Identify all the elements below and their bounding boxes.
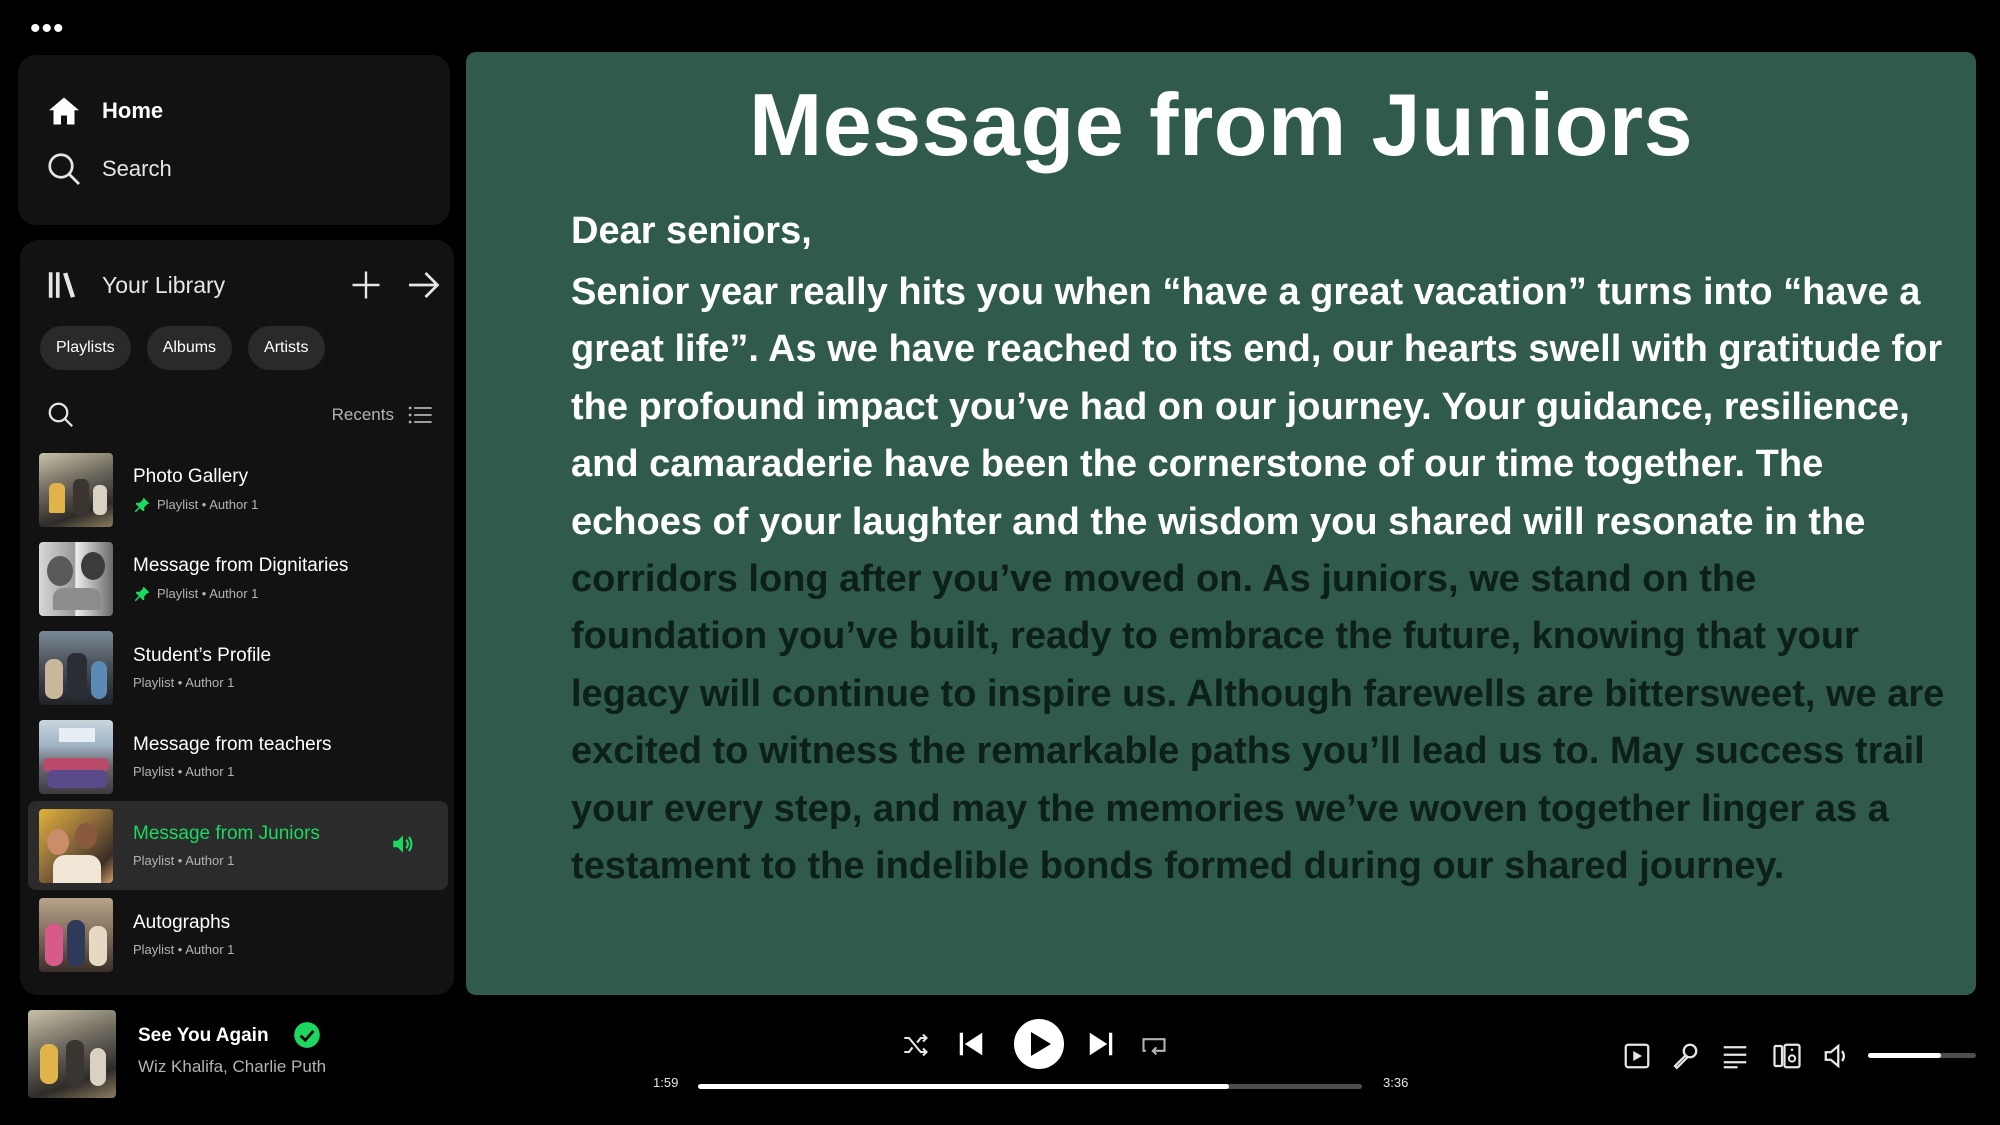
- library-list: Photo Gallery Playlist • Author 1 Messag…: [28, 445, 448, 979]
- pin-icon: [134, 497, 150, 512]
- saved-check-icon[interactable]: [293, 1021, 321, 1049]
- play-icon: [1031, 1032, 1051, 1056]
- volume-fill: [1868, 1053, 1942, 1058]
- queue-icon[interactable]: [1720, 1041, 1750, 1071]
- library-item-subtitle: Playlist • Author 1: [133, 675, 235, 690]
- sort-label: Recents: [331, 405, 394, 424]
- playlist-cover-image: [39, 452, 113, 527]
- nav-home-label: Home: [102, 98, 164, 123]
- library-item-title: Message from teachers: [133, 734, 332, 755]
- library-item-photo-gallery[interactable]: Photo Gallery Playlist • Author 1: [28, 445, 448, 534]
- library-item-subtitle: Playlist • Author 1: [157, 497, 259, 512]
- playlist-cover-image: [39, 808, 113, 883]
- nav-panel: Home Search: [18, 55, 450, 225]
- playlist-cover-image: [39, 541, 113, 616]
- player-bar: See You Again Wiz Khalifa, Charlie Puth …: [0, 995, 2000, 1125]
- track-duration: 3:36: [1383, 1075, 1409, 1090]
- library-tools: Recents: [46, 395, 434, 435]
- library-item-subtitle: Playlist • Author 1: [133, 942, 235, 957]
- next-track-icon[interactable]: [1086, 1029, 1116, 1059]
- elapsed-time: 1:59: [653, 1075, 679, 1090]
- library-item-subtitle: Playlist • Author 1: [133, 853, 235, 868]
- nav-home[interactable]: Home: [46, 93, 163, 129]
- letter-greeting: Dear seniors,: [571, 210, 812, 252]
- library-item-subtitle: Playlist • Author 1: [133, 764, 235, 779]
- volume-slider[interactable]: [1868, 1053, 1976, 1058]
- home-icon: [49, 97, 79, 125]
- now-playing-title[interactable]: See You Again: [138, 1025, 269, 1047]
- letter-body: Senior year really hits you when “have a…: [571, 264, 1951, 895]
- library-search-icon[interactable]: [46, 400, 76, 430]
- playlist-cover-image: [39, 897, 113, 972]
- filter-chip-artists[interactable]: Artists: [248, 326, 325, 370]
- now-playing-view-icon[interactable]: [1622, 1041, 1652, 1071]
- now-playing-cover[interactable]: [28, 1010, 116, 1098]
- library-item-message-from-dignitaries[interactable]: Message from Dignitaries Playlist • Auth…: [28, 534, 448, 623]
- library-title[interactable]: Your Library: [102, 272, 348, 299]
- library-item-autographs[interactable]: Autographs Playlist • Author 1: [28, 890, 448, 979]
- letter-body-light: Senior year really hits you when “have a…: [571, 271, 1943, 543]
- sort-recents-button[interactable]: Recents: [332, 401, 434, 429]
- filter-chip-albums[interactable]: Albums: [146, 326, 233, 370]
- letter-body-dark: corridors long after you’ve moved on. As…: [571, 558, 1945, 888]
- connect-device-icon[interactable]: [1772, 1041, 1802, 1071]
- progress-bar[interactable]: [698, 1084, 1362, 1089]
- arrow-right-icon[interactable]: [406, 267, 442, 303]
- nav-search[interactable]: Search: [46, 151, 172, 187]
- playlist-cover-image: [39, 630, 113, 705]
- shuffle-icon[interactable]: [902, 1031, 930, 1059]
- library-header: Your Library: [46, 264, 442, 306]
- nav-search-label: Search: [102, 156, 172, 181]
- library-filters: Playlists Albums Artists: [40, 326, 325, 370]
- library-item-title: Autographs: [133, 912, 231, 933]
- plus-icon[interactable]: [348, 267, 384, 303]
- library-item-students-profile[interactable]: Student’s Profile Playlist • Author 1: [28, 623, 448, 712]
- more-dots-icon[interactable]: •••: [30, 14, 65, 44]
- list-view-icon: [408, 406, 432, 424]
- main-content: Message from Juniors Dear seniors, Senio…: [466, 52, 1976, 995]
- filter-chip-playlists[interactable]: Playlists: [40, 326, 131, 370]
- page-title: Message from Juniors: [748, 75, 1694, 174]
- repeat-icon[interactable]: [1140, 1031, 1168, 1059]
- progress-fill: [698, 1084, 1230, 1089]
- library-item-message-from-teachers[interactable]: Message from teachers Playlist • Author …: [28, 712, 448, 801]
- now-playing-speaker-icon: [393, 835, 413, 853]
- library-item-subtitle: Playlist • Author 1: [157, 586, 259, 601]
- library-item-title: Photo Gallery: [133, 465, 249, 487]
- library-icon[interactable]: [46, 268, 80, 302]
- lyrics-mic-icon[interactable]: [1670, 1041, 1700, 1071]
- play-button[interactable]: [1014, 1019, 1064, 1069]
- library-item-message-from-juniors[interactable]: Message from Juniors Playlist • Author 1: [28, 801, 448, 890]
- previous-track-icon[interactable]: [956, 1029, 986, 1059]
- library-item-title: Message from Juniors: [133, 823, 320, 844]
- library-panel: Your Library Playlists Albums Artists Re…: [20, 240, 454, 995]
- library-item-title: Message from Dignitaries: [133, 554, 349, 576]
- volume-icon[interactable]: [1822, 1041, 1852, 1071]
- playlist-cover-image: [39, 719, 113, 794]
- pin-icon: [134, 586, 150, 601]
- search-icon: [48, 153, 80, 185]
- now-playing-artist[interactable]: Wiz Khalifa, Charlie Puth: [138, 1057, 326, 1077]
- library-item-title: Student’s Profile: [133, 645, 272, 666]
